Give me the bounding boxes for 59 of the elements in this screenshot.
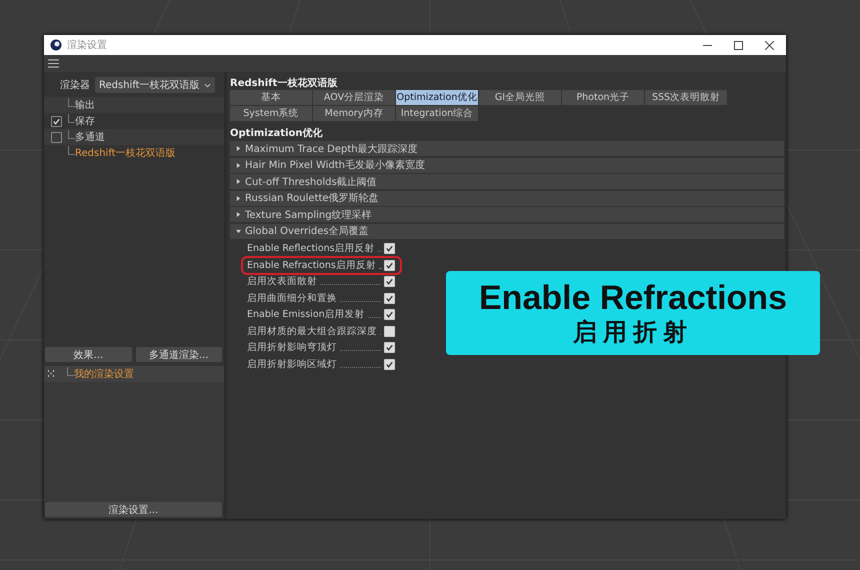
- tree-item[interactable]: Redshift一枝花双语版: [44, 145, 224, 161]
- panel-button[interactable]: 多通道渲染...: [136, 347, 222, 362]
- triangle-icon: [236, 228, 241, 234]
- tree-item[interactable]: 保存: [44, 113, 224, 129]
- checkbox[interactable]: [384, 326, 395, 337]
- tree-item[interactable]: 输出: [44, 97, 224, 113]
- renderer-label: 渲染器: [60, 78, 90, 92]
- tab[interactable]: AOV分层渲染: [313, 90, 395, 105]
- checkbox[interactable]: [384, 292, 395, 304]
- tab[interactable]: Optimization优化: [396, 90, 478, 105]
- chevron-icon: [204, 82, 211, 88]
- option-label: Enable Refractions启用反射: [247, 258, 376, 272]
- option-label: 启用折射影响区域灯: [247, 358, 337, 371]
- tab[interactable]: 基本: [230, 90, 312, 105]
- tab[interactable]: SSS次表明散射: [645, 90, 727, 105]
- renderer-dropdown[interactable]: Redshift一枝花双语版: [95, 77, 215, 93]
- group-header[interactable]: Russian Roulette俄罗斯轮盘: [230, 190, 784, 206]
- checkbox[interactable]: [384, 243, 395, 254]
- option-label: 启用曲面细分和置换: [247, 292, 337, 305]
- option-label: 启用折射影响穹顶灯: [247, 341, 337, 354]
- option-label: 启用材质的最大组合跟踪深度: [247, 324, 377, 338]
- triangle-icon: [236, 212, 241, 218]
- tab[interactable]: GI全局光照: [479, 90, 561, 105]
- panel-button[interactable]: 效果...: [45, 347, 132, 362]
- tab[interactable]: Memory内存: [313, 106, 395, 121]
- group-header[interactable]: Texture Sampling纹理采样: [230, 207, 784, 222]
- option-label: Enable Reflections启用反射: [247, 242, 375, 256]
- render-settings-button[interactable]: 渲染设置...: [45, 502, 222, 517]
- tab[interactable]: Photon光子: [562, 90, 644, 105]
- triangle-icon: [236, 162, 241, 168]
- group-header[interactable]: Global Overrides全局覆盖: [230, 224, 784, 239]
- group-header[interactable]: Hair Min Pixel Width毛发最小像素宽度: [230, 158, 784, 173]
- checkbox[interactable]: [384, 276, 395, 288]
- tab[interactable]: Integration综合: [396, 106, 478, 121]
- maximize-icon[interactable]: [734, 40, 743, 50]
- checkbox[interactable]: [384, 309, 395, 320]
- window-title: 渲染设置: [67, 38, 107, 52]
- triangle-icon: [236, 179, 241, 184]
- app-icon: [50, 39, 62, 51]
- panel-title: Redshift一枝花双语版: [230, 76, 338, 90]
- checkbox[interactable]: [50, 132, 62, 142]
- tree-item[interactable]: 多通道: [44, 129, 224, 145]
- group-header[interactable]: Cut-off Thresholds截止阈值: [230, 174, 784, 190]
- triangle-icon: [236, 196, 241, 201]
- option-label: Enable Emission启用发射: [247, 308, 365, 322]
- menu-icon[interactable]: [48, 59, 59, 68]
- tab[interactable]: System系统: [230, 106, 312, 121]
- callout-title: Enable Refractions: [479, 279, 787, 317]
- callout-subtitle: 启用折射: [573, 317, 693, 347]
- option-label: 启用次表面散射: [247, 275, 317, 288]
- triangle-icon: [236, 146, 241, 151]
- section-title: Optimization优化: [230, 126, 324, 141]
- checkbox[interactable]: [384, 342, 395, 354]
- checkbox[interactable]: [384, 358, 395, 370]
- checkbox[interactable]: [384, 260, 395, 271]
- group-header[interactable]: Maximum Trace Depth最大跟踪深度: [230, 141, 784, 156]
- close-icon[interactable]: [765, 40, 774, 50]
- preset-item[interactable]: 我的渲染设置: [44, 366, 224, 382]
- checkbox[interactable]: [50, 116, 62, 126]
